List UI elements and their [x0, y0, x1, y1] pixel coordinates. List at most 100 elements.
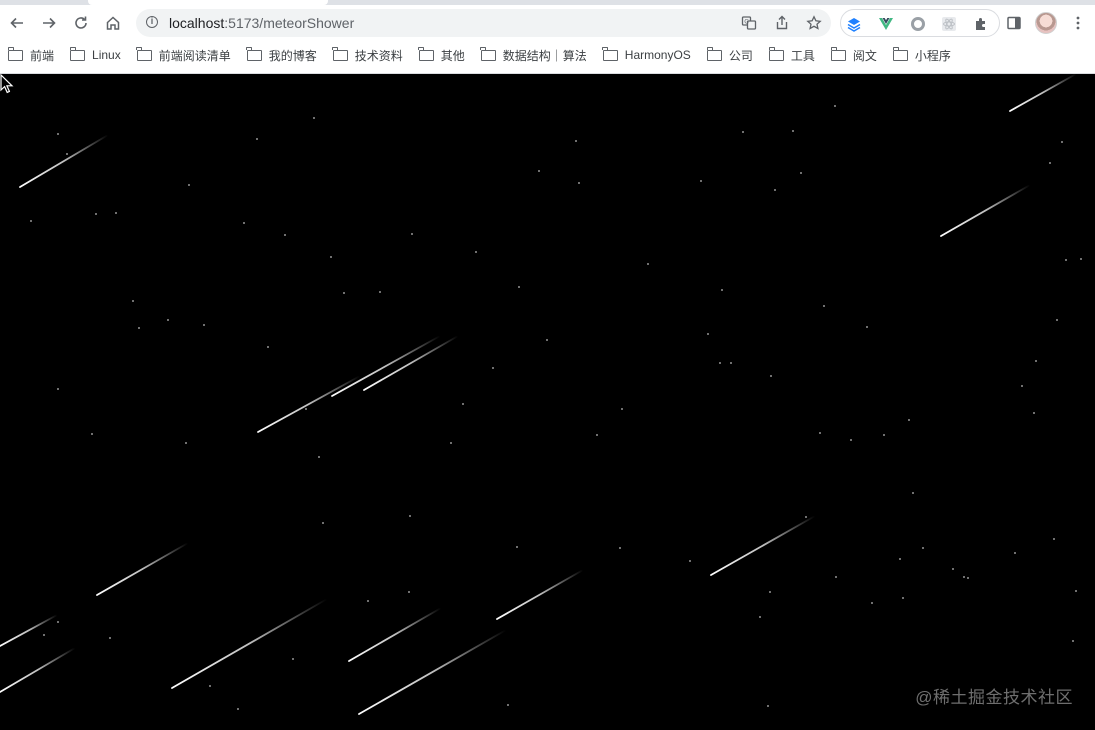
star: [115, 212, 117, 214]
profile-avatar[interactable]: [1035, 12, 1057, 34]
share-button[interactable]: [772, 13, 792, 33]
meteor-streak: [331, 335, 441, 397]
meteor-streak: [0, 647, 76, 693]
folder-icon: [768, 46, 784, 61]
star: [57, 621, 59, 623]
bookmark-folder[interactable]: HarmonyOS: [602, 43, 699, 67]
star: [109, 637, 111, 639]
bookmark-folder[interactable]: 公司: [706, 43, 761, 67]
bookmark-folder[interactable]: 前端阅读清单: [136, 43, 239, 67]
star: [292, 658, 294, 660]
bookmark-folder[interactable]: 前端: [7, 43, 62, 67]
star: [95, 213, 97, 215]
bookmark-star-button[interactable]: [804, 13, 824, 33]
meteor-streak: [1009, 74, 1077, 112]
active-tab[interactable]: [88, 0, 328, 5]
star: [952, 568, 954, 570]
star: [767, 705, 769, 707]
star: [1014, 552, 1016, 554]
layers-icon: [847, 18, 861, 32]
browser-toolbar: i localhost:5173/meteorShower G: [0, 6, 1095, 40]
translate-button[interactable]: G: [739, 13, 759, 33]
info-icon[interactable]: i: [146, 16, 158, 28]
star: [492, 367, 494, 369]
star: [91, 433, 93, 435]
star: [805, 516, 807, 518]
extension-vue-devtools[interactable]: [877, 15, 895, 33]
svg-text:G: G: [744, 18, 749, 25]
meteor-streak: [940, 184, 1031, 237]
home-icon: [106, 16, 120, 30]
star: [256, 138, 258, 140]
bookmark-label: HarmonyOS: [624, 48, 691, 62]
star: [507, 704, 509, 706]
share-icon: [776, 15, 788, 30]
meteor-streak: [0, 614, 58, 647]
meteor-streak: [496, 569, 584, 620]
bookmark-label: 其他: [440, 48, 465, 63]
side-panel-button[interactable]: [1001, 10, 1027, 36]
stars-layer: [8, 90, 1082, 710]
arrow-left-icon: [10, 17, 23, 29]
side-panel-icon: [1007, 16, 1021, 30]
watermark: @稀土掘金技术社区: [915, 688, 1073, 707]
url-path: :5173/meteorShower: [224, 15, 355, 31]
home-button[interactable]: [100, 10, 126, 36]
meteor-streak: [257, 375, 361, 433]
meteor-streak: [171, 598, 328, 689]
bookmark-label: 公司: [728, 48, 753, 63]
bookmark-folder[interactable]: 我的博客: [246, 43, 325, 67]
meteor-streak: [96, 542, 189, 596]
bookmark-label: 数据结构｜算法: [502, 48, 587, 63]
bookmark-folder[interactable]: 数据结构｜算法: [480, 43, 595, 67]
star: [1080, 258, 1082, 260]
star: [700, 180, 702, 182]
bookmark-folder[interactable]: 阅文: [830, 43, 885, 67]
back-button[interactable]: [4, 10, 30, 36]
star: [379, 291, 381, 293]
star: [578, 182, 580, 184]
star: [57, 388, 59, 390]
folder-icon: [418, 46, 434, 61]
tab-strip: [0, 0, 1095, 5]
extensions-button[interactable]: [972, 15, 990, 33]
bookmark-folder[interactable]: 工具: [768, 43, 823, 67]
extension-circle[interactable]: [909, 15, 927, 33]
bookmarks-bar: 前端 Linux 前端阅读清单 我的博客 技术资料 其他 数据结构｜算法 Har…: [0, 42, 1095, 68]
star: [322, 522, 324, 524]
react-icon: [942, 17, 956, 31]
star: [719, 362, 721, 364]
star: [367, 600, 369, 602]
folder-icon: [706, 46, 722, 61]
bookmark-folder[interactable]: 其他: [418, 43, 473, 67]
browser-chrome: i localhost:5173/meteorShower G 前端 Linux…: [0, 0, 1095, 74]
star: [518, 286, 520, 288]
star: [284, 234, 286, 236]
translate-icon: G: [741, 16, 757, 30]
extension-react-devtools[interactable]: [940, 15, 958, 33]
star: [922, 547, 924, 549]
bookmark-label: 前端阅读清单: [158, 48, 231, 63]
extensions-group: [840, 9, 1000, 37]
extension-layers[interactable]: [845, 15, 863, 33]
star: [835, 576, 837, 578]
star: [899, 558, 901, 560]
bookmark-folder[interactable]: Linux: [69, 43, 129, 67]
address-bar[interactable]: i localhost:5173/meteorShower G: [136, 9, 831, 37]
folder-icon: [246, 46, 262, 61]
mouse-cursor-icon: [0, 74, 14, 94]
star: [902, 597, 904, 599]
folder-icon: [830, 46, 846, 61]
star: [30, 220, 32, 222]
bookmark-folder[interactable]: 小程序: [892, 43, 959, 67]
forward-button[interactable]: [36, 10, 62, 36]
star: [57, 133, 59, 135]
url-text[interactable]: localhost:5173/meteorShower: [169, 15, 354, 31]
star: [1033, 412, 1035, 414]
star: [185, 442, 187, 444]
browser-menu-button[interactable]: [1065, 10, 1091, 36]
reload-button[interactable]: [68, 10, 94, 36]
folder-icon: [892, 46, 908, 61]
bookmark-folder[interactable]: 技术资料: [332, 43, 411, 67]
star: [138, 327, 140, 329]
